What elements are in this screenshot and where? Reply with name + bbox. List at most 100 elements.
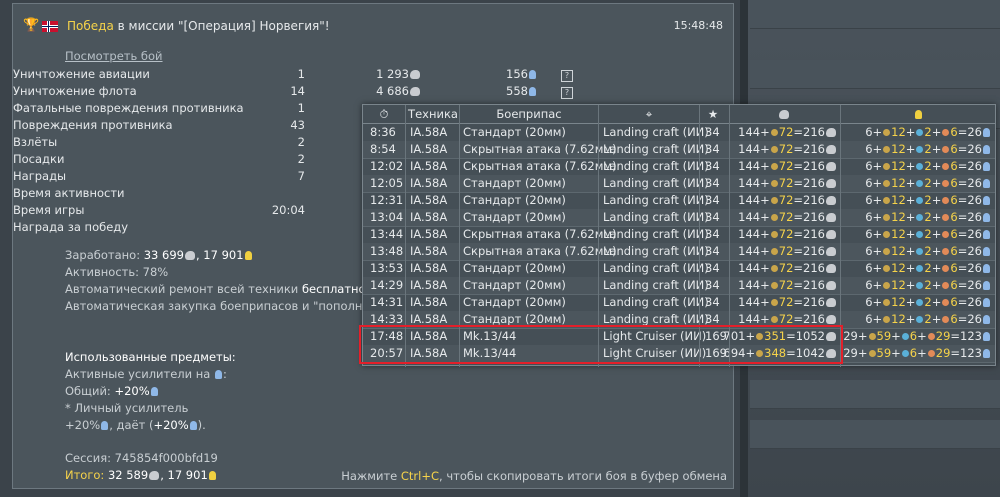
stat-label: Повреждения противника: [13, 118, 173, 132]
research-point-icon: [529, 87, 536, 96]
cell-level: 34: [705, 312, 720, 326]
cell-silver-lions: 144+ 72=216: [738, 227, 837, 241]
cell-time: 13:04: [370, 210, 404, 224]
cell-vehicle: IA.58A: [410, 193, 448, 207]
crosshair-icon: ⌖: [645, 107, 653, 121]
cell-silver-lions: 144+ 72=216: [738, 278, 837, 292]
table-row: 12:02 IA.58A Скрытная атака (7.62мм) Landin…: [363, 158, 995, 176]
table-row: 14:29 IA.58A Стандарт (20мм) Landing craft …: [363, 277, 995, 295]
premium-bonus-icon: [770, 265, 778, 272]
cell-level: 34: [705, 244, 720, 258]
premium-bonus-icon: [883, 265, 891, 272]
premium-bonus-icon: [770, 129, 778, 136]
col-ammo: Боеприпас: [496, 107, 562, 121]
premium-bonus-icon: [770, 248, 778, 255]
cell-silver-lions: 144+ 72=216: [738, 210, 837, 224]
skill-bonus-icon: [916, 163, 924, 170]
side-row: [750, 0, 1000, 29]
cell-target: Landing craft (ИИ): [603, 176, 709, 190]
research-point-icon: [841, 107, 995, 121]
skill-bonus-icon: [916, 316, 924, 323]
skill-bonus-icon: [901, 333, 909, 340]
premium-bonus-icon: [770, 316, 778, 323]
table-row: 13:53 IA.58A Стандарт (20мм) Landing craft …: [363, 260, 995, 278]
auto-buy-line: Автоматическая закупка боеприпасов и "по…: [65, 299, 409, 313]
premium-bonus-icon: [883, 129, 891, 136]
booster-bonus-icon: [942, 248, 950, 255]
cell-vehicle: IA.58A: [410, 295, 448, 309]
details-button[interactable]: ?: [561, 87, 573, 99]
cell-research-points: 6+ 12+ 2+ 6=26: [865, 176, 991, 190]
premium-bonus-icon: [868, 333, 876, 340]
stat-row: Уничтожение флота 14 4 686 558?: [13, 84, 573, 101]
stat-row: Уничтожение авиации 1 1 293 156?: [13, 67, 573, 84]
cell-research-points: 6+ 12+ 2+ 6=26: [865, 159, 991, 173]
stat-count: 43: [290, 118, 305, 132]
table-row: 12:05 IA.58A Стандарт (20мм) Landing craft …: [363, 175, 995, 193]
stat-research-points: 156: [506, 67, 537, 81]
cell-target: Landing craft (ИИ): [603, 142, 709, 156]
personal-booster-value: +20%, даёт (+20%).: [65, 418, 206, 432]
booster-bonus-icon: [942, 316, 950, 323]
stat-silver-lions: 4 686: [376, 84, 421, 98]
col-vehicle: Техника: [408, 107, 458, 121]
research-booster-icon: [215, 370, 222, 379]
stat-label: Фатальные повреждения противника: [13, 101, 244, 115]
silver-lion-icon: [826, 230, 836, 239]
silver-lion-icon: [826, 196, 836, 205]
research-point-icon: [983, 145, 990, 154]
research-point-icon: [244, 251, 252, 260]
cell-silver-lions: 144+ 72=216: [738, 295, 837, 309]
cell-time: 12:31: [370, 193, 404, 207]
stat-count: 1: [297, 101, 305, 115]
premium-bonus-icon: [883, 163, 891, 170]
cell-vehicle: IA.58A: [410, 312, 448, 326]
cell-time: 8:36: [370, 125, 396, 139]
silver-lion-icon: [826, 315, 836, 324]
common-booster-line: Общий: +20%: [65, 384, 159, 398]
cell-vehicle: IA.58A: [410, 125, 448, 139]
cell-research-points: 29+ 59+ 6+ 29=123: [843, 346, 991, 360]
silver-lion-icon: [410, 70, 420, 79]
silver-lion-icon: [826, 281, 836, 290]
star-icon: ★: [707, 107, 719, 121]
cell-ammo: Стандарт (20мм): [463, 312, 566, 326]
cell-target: Landing craft (ИИ): [603, 159, 709, 173]
stat-count: 7: [297, 169, 305, 183]
research-point-icon: [983, 179, 990, 188]
table-row: 13:04 IA.58A Стандарт (20мм) Landing craft …: [363, 209, 995, 227]
skill-bonus-icon: [916, 146, 924, 153]
view-battle-link[interactable]: Посмотреть бой: [65, 49, 163, 63]
cell-ammo: Скрытная атака (7.62мм): [463, 244, 617, 258]
cell-target: Landing craft (ИИ): [603, 278, 709, 292]
premium-bonus-icon: [770, 299, 778, 306]
cell-level: 34: [705, 142, 720, 156]
result-title: Победа в миссии "[Операция] Норвегия"!: [67, 19, 330, 33]
stat-count: 1: [297, 67, 305, 81]
premium-bonus-icon: [770, 197, 778, 204]
premium-bonus-icon: [770, 214, 778, 221]
cell-ammo: Стандарт (20мм): [463, 193, 566, 207]
cell-vehicle: IA.58A: [410, 227, 448, 241]
cell-vehicle: IA.58A: [410, 176, 448, 190]
cell-ammo: Стандарт (20мм): [463, 261, 566, 275]
premium-bonus-icon: [883, 180, 891, 187]
clock-icon: ⏱: [379, 107, 389, 121]
table-row: 13:44 IA.58A Скрытная атака (7.62мм) Landin…: [363, 226, 995, 244]
cell-ammo: Скрытная атака (7.62мм): [463, 159, 617, 173]
cell-time: 13:44: [370, 227, 404, 241]
cell-time: 12:05: [370, 176, 404, 190]
cell-silver-lions: 144+ 72=216: [738, 193, 837, 207]
cell-target: Landing craft (ИИ): [603, 125, 709, 139]
skill-bonus-icon: [916, 129, 924, 136]
research-booster-icon: [150, 387, 158, 396]
booster-bonus-icon: [942, 129, 950, 136]
stat-count: 14: [290, 84, 305, 98]
research-point-icon: [983, 196, 990, 205]
cell-silver-lions: 144+ 72=216: [738, 176, 837, 190]
cell-vehicle: IA.58A: [410, 210, 448, 224]
details-button[interactable]: ?: [561, 70, 573, 82]
skill-bonus-icon: [901, 350, 909, 357]
cell-time: 14:29: [370, 278, 404, 292]
total-line: Итого: 32 589, 17 901: [65, 468, 217, 482]
